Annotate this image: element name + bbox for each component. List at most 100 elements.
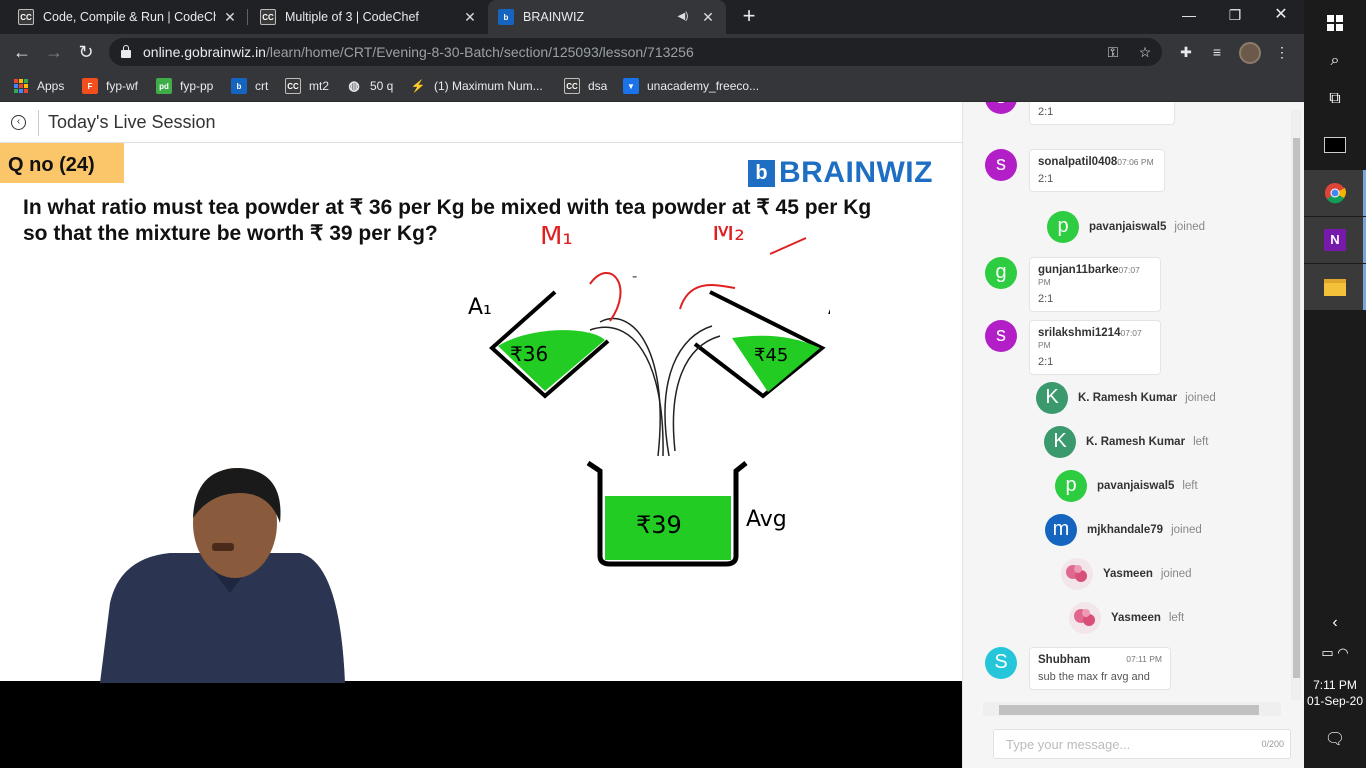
tab-strip: CC Code, Compile & Run | CodeChef ✕ CC M… [0, 0, 1304, 34]
chevron-left-icon[interactable]: ‹ [1304, 606, 1366, 640]
page-title: Today's Live Session [48, 112, 216, 132]
message-bubble: srilakshmi121407:07 PM 2:1 [1029, 320, 1161, 375]
user-avatar: m [1045, 514, 1077, 546]
flower-avatar-icon [1061, 558, 1093, 590]
bookmark-dsa[interactable]: CC dsa [564, 77, 607, 95]
live-chat-panel: s sakshiyelawar99 2:1 s sonalpatil040807… [962, 102, 1304, 768]
chat-input-box: 0/200 [993, 729, 1291, 759]
price-45-label: ₹45 [754, 345, 788, 366]
mixture-diagram: M₁ M₂ - A₁ A₂ ₹36 ₹45 ₹39 Avg [468, 226, 830, 567]
figma-icon: F [82, 78, 98, 94]
logo-text: BRAINWIZ [779, 156, 933, 189]
codechef-icon: CC [564, 78, 580, 94]
message-bubble: sonalpatil040807:06 PM 2:1 [1029, 149, 1165, 192]
bookmark-mt2[interactable]: CC mt2 [285, 77, 329, 95]
close-window-button[interactable]: ✕ [1258, 0, 1304, 30]
tab-brainwiz[interactable]: b BRAINWIZ ◀) ✕ [488, 0, 726, 34]
back-circle-icon[interactable]: ‹ [11, 115, 26, 130]
leetcode-icon: ⚡ [410, 78, 426, 94]
windows-taskbar: ⌕ ⧉ N ‹ ▭ ◠ 7:11 PM 01-Sep-20 🗨 [1304, 0, 1366, 768]
m1-label: M₁ [540, 226, 573, 251]
unacademy-icon: ▼ [623, 78, 639, 94]
extensions-puzzle-icon[interactable]: ✚ [1176, 42, 1196, 62]
tab-title: Code, Compile & Run | CodeChef [43, 10, 216, 24]
new-tab-button[interactable]: + [737, 5, 761, 29]
battery-wifi-icon[interactable]: ▭ ◠ [1304, 636, 1366, 670]
back-arrow-icon[interactable]: ← [10, 40, 34, 64]
user-avatar: s [985, 149, 1017, 181]
m2-label: M₂ [712, 226, 745, 247]
bookmark-maximum-num[interactable]: ⚡ (1) Maximum Num... [410, 77, 543, 95]
close-tab-icon[interactable]: ✕ [700, 9, 716, 25]
chat-messages[interactable]: s sakshiyelawar99 2:1 s sonalpatil040807… [973, 102, 1287, 704]
message-bubble: sakshiyelawar99 2:1 [1029, 102, 1175, 125]
message-bubble: Shubham 07:11 PM sub the max fr avg and [1029, 647, 1171, 690]
user-avatar: g [985, 257, 1017, 289]
bookmark-fyp-pp[interactable]: pd fyp-pp [156, 77, 213, 95]
bookmark-crt[interactable]: b crt [231, 77, 268, 95]
task-view-icon[interactable]: ⧉ [1304, 76, 1366, 122]
join-event: K K. Ramesh Kumar joined [1036, 382, 1216, 414]
chat-message: s srilakshmi121407:07 PM 2:1 [985, 320, 1161, 375]
file-explorer-icon[interactable] [1304, 264, 1366, 310]
star-icon[interactable]: ☆ [1135, 42, 1155, 62]
address-bar[interactable]: online.gobrainwiz.in/learn/home/CRT/Even… [109, 38, 1162, 66]
user-avatar: K [1044, 426, 1076, 458]
url-text: online.gobrainwiz.in/learn/home/CRT/Even… [143, 44, 694, 60]
page-content: ‹ Today's Live Session Q no (24) b BRAIN… [0, 102, 1304, 768]
key-icon[interactable]: ⚿ [1103, 42, 1123, 62]
bookmark-fyp-wf[interactable]: F fyp-wf [82, 77, 138, 95]
join-event: m mjkhandale79 joined [1045, 514, 1202, 546]
join-event: Yasmeen joined [1061, 558, 1192, 590]
user-avatar: S [985, 647, 1017, 679]
lock-icon [121, 45, 131, 58]
brainwiz-favicon-icon: b [498, 9, 514, 25]
forward-arrow-icon[interactable]: → [42, 40, 66, 64]
chat-message: s sakshiyelawar99 2:1 [985, 102, 1175, 125]
globe-icon: ◍ [346, 78, 362, 94]
media-control-icon[interactable]: ≡ [1207, 42, 1227, 62]
reload-icon[interactable]: ↻ [74, 40, 98, 64]
bookmark-apps[interactable]: Apps [14, 77, 64, 95]
join-event: p pavanjaiswal5 joined [1047, 211, 1205, 243]
price-39-label: ₹39 [636, 511, 682, 539]
onenote-app-icon[interactable]: N [1304, 217, 1366, 263]
speaker-icon[interactable]: ◀) [672, 9, 694, 25]
user-avatar: p [1055, 470, 1087, 502]
flower-avatar-icon [1069, 602, 1101, 634]
user-avatar: p [1047, 211, 1079, 243]
instructor-video-feed [100, 468, 345, 683]
message-bubble: gunjan11barke07:07 PM 2:1 [1029, 257, 1161, 312]
user-avatar: s [985, 102, 1017, 114]
chat-message: S Shubham 07:11 PM sub the max fr avg and [985, 647, 1171, 690]
notification-icon[interactable]: 🗨 [1304, 716, 1366, 762]
brainwiz-icon: b [231, 78, 247, 94]
chat-message-input[interactable] [994, 730, 1234, 758]
pp-icon: pd [156, 78, 172, 94]
tab-multiple-of-3[interactable]: CC Multiple of 3 | CodeChef ✕ [250, 0, 488, 34]
logo-mark-icon: b [748, 159, 775, 187]
avg-label: Avg [746, 507, 787, 532]
browser-toolbar: ← → ↻ online.gobrainwiz.in/learn/home/CR… [0, 34, 1304, 70]
close-tab-icon[interactable]: ✕ [462, 9, 478, 25]
restore-button[interactable]: ❐ [1212, 0, 1258, 30]
profile-avatar[interactable] [1239, 42, 1261, 64]
char-counter: 0/200 [1261, 739, 1284, 749]
chat-message: g gunjan11barke07:07 PM 2:1 [985, 257, 1161, 312]
bookmark-unacademy[interactable]: ▼ unacademy_freeco... [623, 77, 759, 95]
system-clock[interactable]: 7:11 PM 01-Sep-20 [1304, 677, 1366, 709]
tab-title: BRAINWIZ [523, 10, 585, 24]
codechef-icon: CC [285, 78, 301, 94]
close-tab-icon[interactable]: ✕ [222, 9, 238, 25]
minimize-button[interactable]: — [1166, 0, 1212, 30]
apps-grid-icon [14, 79, 28, 93]
tab-title: Multiple of 3 | CodeChef [285, 10, 419, 24]
menu-kebab-icon[interactable]: ⋮ [1272, 42, 1292, 62]
bookmark-50q[interactable]: ◍ 50 q [346, 77, 393, 95]
chat-scroll-thumb[interactable] [1293, 138, 1300, 678]
a2-label: A₂ [828, 295, 830, 320]
terminal-app-icon[interactable] [1304, 122, 1366, 168]
chrome-app-icon[interactable] [1304, 170, 1366, 216]
chat-hscroll-thumb[interactable] [999, 705, 1259, 715]
tab-codechef-compile[interactable]: CC Code, Compile & Run | CodeChef ✕ [8, 0, 248, 34]
